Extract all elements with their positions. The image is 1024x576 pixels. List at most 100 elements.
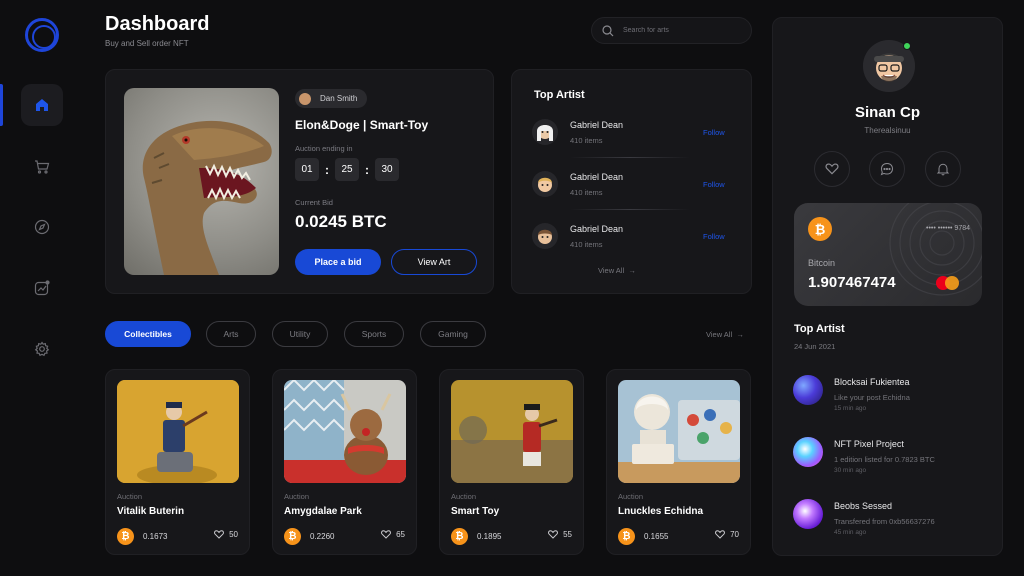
nft-image[interactable]	[451, 380, 573, 483]
nft-image[interactable]	[618, 380, 740, 483]
nav-explore[interactable]	[21, 206, 63, 248]
activity-thumbnail	[793, 437, 823, 467]
activity-item-desc: 1 edition listed for 0.7823 BTC	[834, 455, 935, 464]
top-artist-title: Top Artist	[534, 89, 585, 101]
follow-button[interactable]: Follow	[703, 180, 725, 189]
like-button[interactable]: 70	[715, 530, 739, 539]
view-all-label: View All	[598, 266, 625, 275]
nav-cart[interactable]	[21, 146, 63, 188]
nft-image[interactable]	[284, 380, 406, 483]
nav-settings[interactable]	[21, 328, 63, 370]
notifications-button[interactable]	[925, 151, 961, 187]
nft-status: Auction	[117, 492, 143, 501]
favorites-button[interactable]	[814, 151, 850, 187]
tab-arts[interactable]: Arts	[206, 321, 256, 347]
artist-avatar	[532, 223, 558, 249]
follow-button[interactable]: Follow	[703, 232, 725, 241]
nft-card[interactable]: Auction Smart Toy ₿ 0.1895 55	[439, 369, 584, 555]
sidebar	[0, 0, 84, 576]
follow-button[interactable]: Follow	[703, 128, 725, 137]
top-artist-card: Top Artist Gabriel Dean 410 items Follow…	[511, 69, 752, 294]
artist-items: 410 items	[570, 188, 603, 197]
like-button[interactable]: 55	[548, 530, 572, 539]
tab-collectibles[interactable]: Collectibles	[105, 321, 191, 347]
featured-art-image[interactable]	[124, 88, 279, 275]
bitcoin-icon: ₿	[117, 528, 134, 545]
owner-chip[interactable]: Dan Smith	[295, 89, 368, 108]
tab-sports[interactable]: Sports	[344, 321, 404, 347]
activity-thumbnail	[793, 499, 823, 529]
bitcoin-icon: ₿	[451, 528, 468, 545]
activity-item-time: 45 min ago	[834, 529, 867, 536]
activity-item[interactable]: NFT Pixel Project 1 edition listed for 0…	[793, 437, 988, 477]
nft-status: Auction	[618, 492, 644, 501]
tab-gaming[interactable]: Gaming	[420, 321, 486, 347]
artist-name: Gabriel Dean	[570, 224, 624, 234]
nft-price: 0.1655	[644, 532, 669, 541]
activity-item-time: 15 min ago	[834, 405, 867, 412]
auction-ending-label: Auction ending in	[295, 144, 353, 153]
nav-home[interactable]	[21, 84, 63, 126]
nft-status: Auction	[284, 492, 310, 501]
place-bid-button[interactable]: Place a bid	[295, 249, 381, 275]
artist-name: Gabriel Dean	[570, 120, 624, 130]
nft-card[interactable]: Auction Lnuckles Echidna ₿ 0.1655 70	[606, 369, 751, 555]
current-bid-value: 0.0245 BTC	[295, 212, 387, 231]
activity-item-time: 30 min ago	[834, 467, 867, 474]
nav-analytics[interactable]	[21, 267, 63, 309]
bitcoin-icon: ₿	[808, 217, 832, 241]
bell-icon	[936, 163, 950, 176]
nft-price: 0.2260	[310, 532, 335, 541]
messages-button[interactable]	[869, 151, 905, 187]
heart-icon	[214, 530, 225, 539]
page-subtitle: Buy and Sell order NFT	[105, 39, 189, 48]
artist-row: Gabriel Dean 410 items Follow	[532, 222, 732, 252]
nft-price: 0.1895	[477, 532, 502, 541]
nft-name: Amygdalae Park	[284, 506, 362, 517]
activity-item-desc: Transfered from 0xb56637276	[834, 517, 935, 526]
view-all-link[interactable]: View All →	[598, 266, 636, 275]
wallet-card[interactable]: ₿ •••• •••••• 9784 Bitcoin 1.907467474	[794, 203, 982, 306]
like-button[interactable]: 50	[214, 530, 238, 539]
profile-name: Sinan Cp	[854, 104, 920, 121]
compass-icon	[34, 219, 50, 235]
artist-row: Gabriel Dean 410 items Follow	[532, 118, 732, 148]
like-count: 65	[396, 530, 405, 539]
timer-minutes: 25	[335, 158, 359, 181]
like-button[interactable]: 65	[381, 530, 405, 539]
search-input[interactable]	[623, 27, 733, 34]
profile-panel: Sinan Cp Therealsinuu ₿ •••• •••••• 9784…	[772, 17, 1003, 556]
view-art-button[interactable]: View Art	[391, 249, 477, 275]
view-all-label: View All	[706, 330, 733, 339]
artist-name: Gabriel Dean	[570, 172, 624, 182]
nft-card[interactable]: Auction Amygdalae Park ₿ 0.2260 65	[272, 369, 417, 555]
activity-item-desc: Like your post Echidna	[834, 393, 910, 402]
analytics-icon	[34, 280, 50, 296]
logo-ring-icon[interactable]	[25, 18, 59, 52]
card-number: •••• •••••• 9784	[926, 225, 970, 232]
nft-image[interactable]	[117, 380, 239, 483]
timer-separator: :	[365, 162, 369, 177]
search-bar[interactable]	[591, 17, 752, 44]
like-count: 70	[730, 530, 739, 539]
artist-row: Gabriel Dean 410 items Follow	[532, 170, 732, 200]
profile-handle: Therealsinuu	[864, 126, 911, 135]
owner-avatar	[299, 92, 311, 105]
activity-item-title: NFT Pixel Project	[834, 439, 904, 449]
wallet-balance: 1.907467474	[808, 274, 896, 291]
chat-icon	[880, 162, 894, 176]
arrow-right-icon: →	[626, 266, 636, 275]
tabs-view-all-link[interactable]: View All →	[706, 330, 744, 339]
activity-item[interactable]: Beobs Sessed Transfered from 0xb56637276…	[793, 499, 988, 539]
tab-utility[interactable]: Utility	[272, 321, 328, 347]
like-count: 55	[563, 530, 572, 539]
bitcoin-icon: ₿	[284, 528, 301, 545]
activity-item-title: Beobs Sessed	[834, 501, 893, 511]
nft-card[interactable]: Auction Vitalik Buterin ₿ 0.1673 50	[105, 369, 250, 555]
wallet-currency: Bitcoin	[808, 258, 836, 268]
activity-thumbnail	[793, 375, 823, 405]
timer-separator: :	[325, 162, 329, 177]
activity-title: Top Artist	[794, 323, 845, 335]
heart-icon	[715, 530, 726, 539]
activity-item[interactable]: Blocksai Fukientea Like your post Echidn…	[793, 375, 988, 415]
